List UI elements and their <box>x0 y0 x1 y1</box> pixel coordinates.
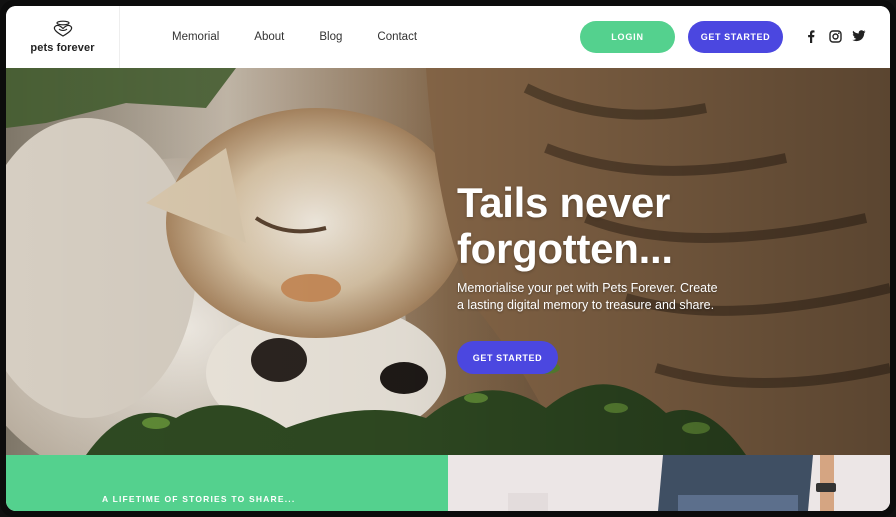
stories-section: A LIFETIME OF STORIES TO SHARE... <box>6 455 448 511</box>
nav-item-contact[interactable]: Contact <box>377 31 417 43</box>
site-header: pets forever Memorial About Blog Contact… <box>6 6 890 68</box>
stories-photo <box>448 455 890 511</box>
facebook-icon[interactable] <box>804 29 818 43</box>
hero-subtitle: Memorialise your pet with Pets Forever. … <box>457 280 727 314</box>
twitter-icon[interactable] <box>852 29 866 43</box>
hero-photo-cat-and-dog <box>6 68 890 455</box>
social-links <box>804 29 866 43</box>
nav-item-about[interactable]: About <box>254 31 284 43</box>
browser-viewport: pets forever Memorial About Blog Contact… <box>6 6 890 511</box>
stories-label: A LIFETIME OF STORIES TO SHARE... <box>102 494 296 504</box>
heart-halo-icon <box>50 20 76 38</box>
hero-title: Tails never forgotten... <box>457 180 673 272</box>
hero-subtitle-line2: a lasting digital memory to treasure and… <box>457 298 715 312</box>
nav-item-blog[interactable]: Blog <box>319 31 342 43</box>
person-photo <box>448 455 890 511</box>
logo[interactable]: pets forever <box>6 6 120 68</box>
hero-section: Tails never forgotten... Memorialise you… <box>6 68 890 455</box>
hero-title-line1: Tails never <box>457 179 671 226</box>
brand-name: pets forever <box>30 42 95 54</box>
get-started-button-header[interactable]: GET STARTED <box>688 21 783 53</box>
main-nav: Memorial About Blog Contact <box>172 31 452 43</box>
instagram-icon[interactable] <box>828 29 842 43</box>
device-frame: pets forever Memorial About Blog Contact… <box>0 0 896 517</box>
nav-item-memorial[interactable]: Memorial <box>172 31 219 43</box>
hero-subtitle-line1: Memorialise your pet with Pets Forever. … <box>457 281 718 295</box>
get-started-button-hero[interactable]: GET STARTED <box>457 341 558 374</box>
login-button[interactable]: LOGIN <box>580 21 675 53</box>
hero-title-line2: forgotten... <box>457 225 673 272</box>
